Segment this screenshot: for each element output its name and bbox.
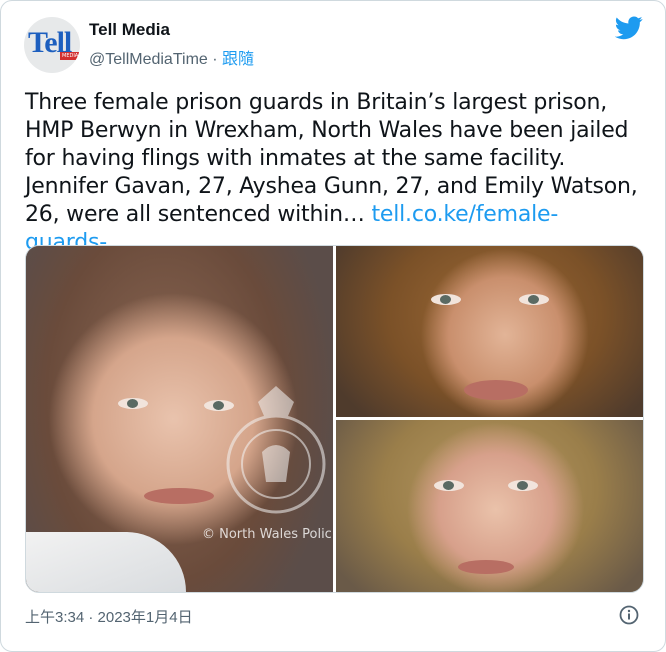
follow-button[interactable]: 跟隨 [222, 51, 254, 68]
info-icon[interactable] [619, 605, 639, 625]
eye-left [118, 398, 148, 409]
shirt-collar [26, 532, 186, 592]
avatar[interactable]: Tell MEDIA [24, 17, 80, 73]
lips [458, 560, 514, 574]
watermark: © North Wales Polic [202, 527, 332, 542]
photo-mugshot-3[interactable] [336, 420, 643, 592]
police-crest-icon [226, 386, 326, 514]
eye-right [508, 480, 538, 491]
eye-left [434, 480, 464, 491]
photo-mugshot-1[interactable]: © North Wales Polic [26, 246, 333, 592]
separator-dot: · [212, 51, 218, 68]
eye-right [519, 294, 549, 305]
handle-row: @TellMediaTime · 跟隨 [89, 45, 254, 69]
account-handle[interactable]: @TellMediaTime [89, 51, 208, 68]
lips [464, 380, 528, 400]
lips [144, 488, 214, 504]
photo-mugshot-2[interactable] [336, 246, 643, 417]
tweet-text: Three female prison guards in Britain’s … [25, 89, 645, 257]
twitter-bird-icon[interactable] [615, 16, 643, 40]
account-name[interactable]: Tell Media [89, 20, 170, 40]
avatar-logo-subtext: MEDIA [60, 52, 80, 60]
media-grid: © North Wales Polic [25, 245, 644, 593]
tweet-card: Tell MEDIA Tell Media @TellMediaTime · 跟… [0, 0, 666, 652]
eye-left [431, 294, 461, 305]
tweet-timestamp[interactable]: 上午3:34 · 2023年1月4日 [25, 606, 193, 627]
